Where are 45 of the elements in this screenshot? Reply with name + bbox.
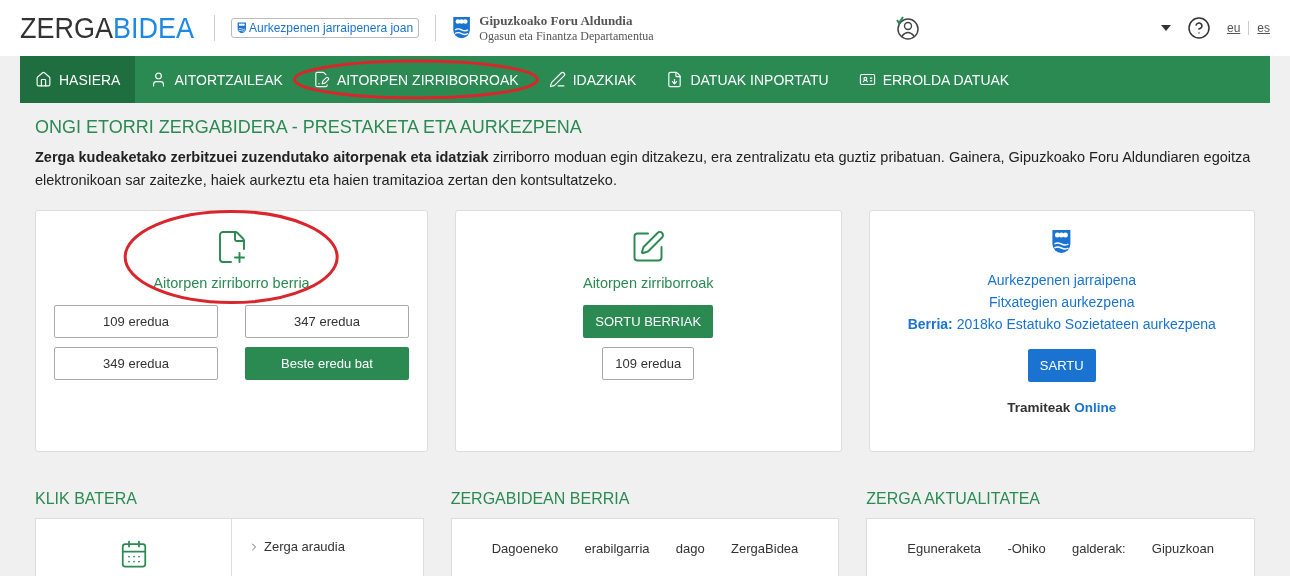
model-button[interactable]: 109 eredua (602, 347, 695, 380)
model-button[interactable]: 109 eredua (54, 305, 218, 338)
language-link[interactable]: eu (1226, 21, 1241, 35)
nav-tab[interactable]: HASIERA (20, 56, 136, 103)
tile-title[interactable]: Aitorpen zirriborroak (582, 275, 714, 291)
org-department: Ogasun eta Finantza Departamentua (479, 28, 654, 44)
section-title: KLIK BATERA (35, 490, 138, 508)
presentation-link[interactable]: Fitxategien aurkezpena (988, 291, 1135, 313)
presentation-link[interactable]: Berria: 2018ko Estatuko Sozietateen aurkezpena (907, 313, 1216, 335)
tracking-link[interactable]: Aurkezpenen jarraipenera joan (231, 18, 420, 38)
language-link[interactable]: es (1257, 21, 1270, 35)
coat-of-arms-icon (237, 22, 247, 34)
id-card-icon (858, 71, 876, 88)
news-text: Dagoeneko erabilgarria dago ZergaBidea (490, 540, 800, 558)
nav-tab[interactable]: IDAZKIAK (533, 56, 652, 103)
model-button[interactable]: 347 eredua (245, 305, 409, 338)
presentation-link[interactable]: Aurkezpenen jarraipena (987, 269, 1137, 291)
tile-title[interactable]: Aitorpen zirriborro berria (153, 275, 310, 291)
quick-link[interactable]: Zerga araudia (248, 539, 345, 554)
org-name: Gipuzkoako Foru Aldundia (479, 12, 634, 29)
model-button[interactable]: 349 eredua (54, 347, 218, 380)
news-text: Eguneraketa -Ohiko galderak: Gipuzkoan (906, 540, 1215, 558)
model-button[interactable]: SORTU BERRIAK (583, 305, 714, 338)
zergabidea-logo[interactable]: ZERGABIDEA (20, 11, 195, 45)
nav-tab[interactable]: ERROLDA DATUAK (843, 56, 1025, 103)
section-title: ZERGA AKTUALITATEA (866, 490, 1041, 508)
coat-of-arms-icon (452, 16, 472, 40)
nav-tab[interactable]: AITORPEN ZIRRIBORROAK (297, 56, 534, 103)
dropdown-caret-icon[interactable] (1160, 25, 1171, 31)
document-arrow-icon (666, 71, 684, 88)
intro-text: Zerga kudeaketako zerbitzuei zuzendutako aitorpenak eta idatziak zirriborro moduan egin ditzakezu, era zentralizatu eta guztiz pribatuan. Gainera, Gipuzkoako Foru Aldundiaren egoitza elektronikoan sar zaitezke, haiek aurkeztu eta haien tramitazioa zertan den kontsultatzeko. (35, 148, 1252, 190)
enter-button[interactable]: SARTU (1027, 349, 1096, 382)
footer-label: Tramiteak (1007, 400, 1071, 415)
home-icon (35, 71, 52, 88)
help-icon[interactable] (1186, 16, 1211, 40)
verified-user-icon[interactable] (894, 15, 921, 41)
section-title: ZERGABIDEAN BERRIA (450, 490, 631, 508)
page-title: ONGI ETORRI ZERGABIDERA - PRESTAKETA ETA AURKEZPENA (35, 117, 583, 138)
nav-tab[interactable]: AITORTZAILEAK (135, 56, 298, 103)
pencil-icon (548, 71, 566, 88)
nav-tab[interactable]: DATUAK INPORTATU (651, 56, 844, 103)
model-button[interactable]: Beste eredu bat (245, 347, 409, 380)
coat-of-arms-icon (1051, 229, 1073, 255)
edit-document-icon (312, 71, 330, 88)
online-link[interactable]: Online (1074, 400, 1117, 415)
